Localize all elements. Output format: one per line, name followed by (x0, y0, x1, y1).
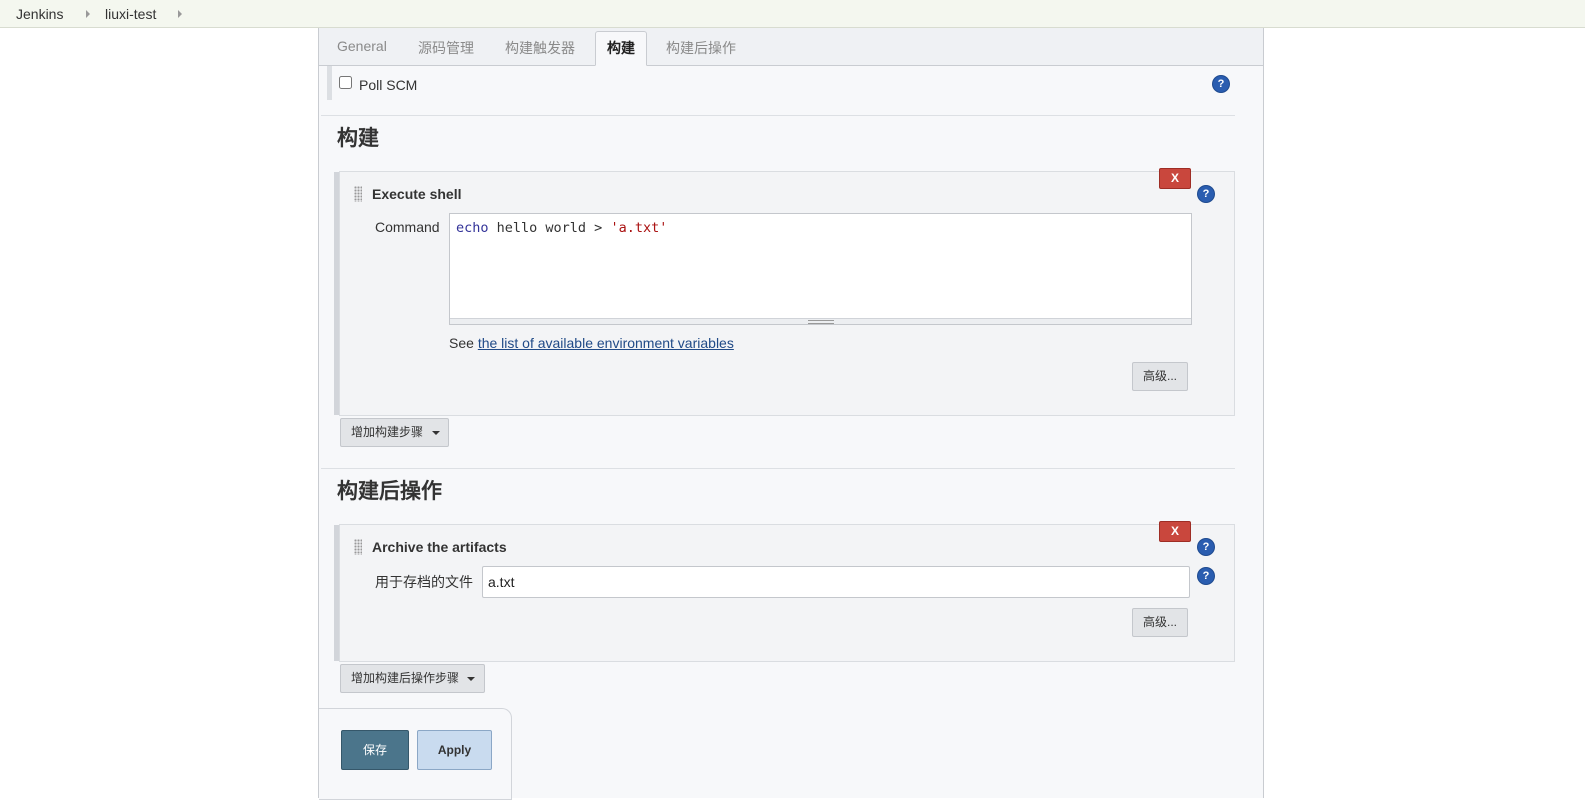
archive-artifacts-step: Archive the artifacts X 用于存档的文件 a.txt 高级… (334, 521, 1235, 662)
env-vars-hint: See the list of available environment va… (449, 335, 734, 351)
divider (321, 115, 1235, 116)
breadcrumb: Jenkins liuxi-test (0, 0, 1585, 28)
delete-step-button[interactable]: X (1159, 168, 1191, 189)
tab-triggers[interactable]: 构建触发器 (505, 38, 575, 58)
resize-grip-icon (807, 320, 834, 324)
add-post-build-step-label: 增加构建后操作步骤 (351, 671, 460, 685)
breadcrumb-jenkins[interactable]: Jenkins (16, 6, 63, 22)
tab-scm[interactable]: 源码管理 (418, 38, 474, 58)
files-to-archive-label: 用于存档的文件 (375, 574, 473, 590)
chevron-down-icon (467, 677, 475, 681)
code-string: 'a.txt' (610, 220, 668, 236)
help-icon[interactable]: ? (1198, 539, 1214, 555)
build-section-title: 构建 (337, 127, 379, 150)
delete-step-button[interactable]: X (1159, 521, 1191, 542)
post-build-section-title: 构建后操作 (337, 480, 442, 503)
files-to-archive-input[interactable]: a.txt (482, 566, 1190, 598)
step-stripe (334, 172, 339, 415)
divider (321, 468, 1235, 469)
advanced-button[interactable]: 高级... (1132, 608, 1189, 637)
breadcrumb-job[interactable]: liuxi-test (105, 6, 156, 22)
help-icon[interactable]: ? (1198, 186, 1214, 202)
advanced-button[interactable]: 高级... (1132, 362, 1189, 391)
command-editor[interactable]: echo hello world > 'a.txt' (449, 213, 1192, 325)
step-title: Execute shell (372, 186, 462, 202)
help-icon[interactable]: ? (1213, 76, 1229, 92)
code-text: hello world > (488, 220, 611, 236)
editor-resize-handle[interactable] (450, 318, 1191, 324)
tab-general[interactable]: General (337, 38, 387, 54)
add-build-step-button[interactable]: 增加构建步骤 (340, 418, 449, 447)
add-post-build-step-button[interactable]: 增加构建后操作步骤 (340, 664, 485, 693)
command-label: Command (375, 219, 440, 235)
save-button[interactable]: 保存 (341, 730, 409, 770)
breadcrumb-arrow-icon[interactable] (86, 10, 90, 18)
apply-button[interactable]: Apply (417, 730, 492, 770)
tab-build[interactable]: 构建 (595, 31, 647, 66)
chevron-down-icon (432, 431, 440, 435)
bottom-button-bar: 保存 Apply (319, 708, 512, 800)
help-icon[interactable]: ? (1198, 568, 1214, 584)
drag-handle-icon[interactable] (354, 186, 362, 202)
poll-scm-label[interactable]: Poll SCM (359, 77, 417, 93)
config-panel: General 源码管理 构建触发器 构建 构建后操作 Poll SCM ? 构… (318, 28, 1264, 800)
see-prefix: See (449, 335, 478, 351)
command-code: echo hello world > 'a.txt' (456, 220, 667, 236)
code-keyword: echo (456, 220, 489, 236)
execute-shell-step: Execute shell X Command echo hello world… (334, 168, 1235, 416)
breadcrumb-arrow-icon[interactable] (178, 10, 182, 18)
poll-scm-checkbox[interactable] (339, 76, 352, 89)
env-vars-link[interactable]: the list of available environment variab… (478, 335, 734, 351)
drag-handle-icon[interactable] (354, 539, 362, 555)
step-title: Archive the artifacts (372, 539, 507, 555)
add-build-step-label: 增加构建步骤 (351, 425, 424, 439)
section-stripe (327, 66, 332, 100)
step-stripe (334, 525, 339, 661)
tab-post-build[interactable]: 构建后操作 (666, 38, 736, 58)
config-tabs: General 源码管理 构建触发器 构建 构建后操作 (319, 28, 1263, 66)
